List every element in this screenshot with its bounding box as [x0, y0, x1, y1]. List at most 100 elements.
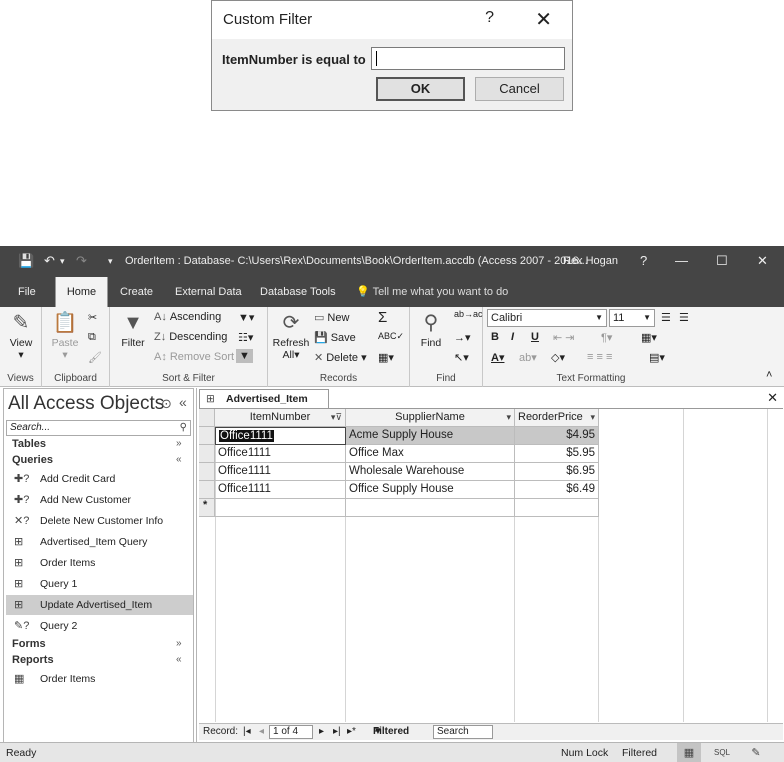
record-selector[interactable] — [199, 481, 215, 499]
format-painter-icon[interactable]: 🖌 — [88, 351, 102, 364]
toggle-filter-icon[interactable]: ▼ — [236, 349, 253, 363]
table-cell[interactable]: $6.95 — [515, 463, 599, 481]
filter-value-input[interactable] — [371, 47, 565, 70]
table-cell[interactable]: Office Supply House — [346, 481, 515, 499]
paste-button[interactable]: 📋 Paste ▾ — [48, 309, 82, 361]
customize-toolbar-icon[interactable]: ▾ — [108, 256, 113, 267]
tab-home[interactable]: Home — [55, 277, 108, 307]
remove-sort-button[interactable]: A↕ Remove Sort — [154, 351, 234, 363]
tab-create[interactable]: Create — [110, 277, 163, 307]
tell-me-box[interactable]: 💡 Tell me what you want to do — [356, 277, 508, 307]
category-tables[interactable]: Tables » — [12, 438, 182, 450]
category-forms[interactable]: Forms » — [12, 638, 182, 650]
new-record-nav-icon[interactable]: ▸* — [347, 724, 356, 740]
italic-button[interactable]: I — [511, 331, 514, 343]
nav-item-query[interactable]: ⊞ Query 1 — [6, 574, 193, 594]
collapse-ribbon-icon[interactable]: ˄ — [766, 369, 772, 381]
nav-item-query[interactable]: ⊞ Advertised_Item Query — [6, 532, 193, 552]
tab-file[interactable]: File — [8, 277, 46, 307]
table-cell[interactable]: Office Max — [346, 445, 515, 463]
help-icon[interactable]: ? — [485, 9, 494, 27]
table-cell[interactable] — [515, 499, 599, 517]
cut-icon[interactable]: ✂ — [88, 311, 97, 324]
find-button[interactable]: ⚲ Find — [414, 309, 448, 349]
first-record-icon[interactable]: |◂ — [243, 724, 251, 740]
table-cell[interactable]: Acme Supply House — [346, 427, 515, 445]
ok-button[interactable]: OK — [376, 77, 465, 101]
table-cell[interactable]: $4.95 — [515, 427, 599, 445]
current-record-input[interactable]: 1 of 4 — [269, 725, 313, 739]
chevron-down-icon[interactable]: ▾ — [590, 409, 595, 426]
minimize-icon[interactable]: — — [675, 253, 688, 268]
refresh-all-button[interactable]: ⟳ Refresh All▾ — [272, 309, 310, 361]
nav-item-query[interactable]: ✎? Query 2 — [6, 616, 193, 636]
window-close-icon[interactable]: ✕ — [757, 253, 768, 269]
record-selector[interactable] — [199, 463, 215, 481]
restore-icon[interactable]: ☐ — [716, 253, 728, 269]
column-header-suppliername[interactable]: SupplierName ▾ — [346, 409, 515, 427]
table-cell[interactable]: $5.95 — [515, 445, 599, 463]
record-selector[interactable] — [199, 427, 215, 445]
filter-applied-icon[interactable]: ▾⊽ — [331, 409, 342, 426]
next-record-icon[interactable]: ▸ — [319, 724, 324, 740]
select-all-corner[interactable] — [199, 409, 215, 427]
column-header-itemnumber[interactable]: ItemNumber ▾⊽ — [215, 409, 346, 427]
design-view-icon[interactable]: ✎ — [744, 743, 768, 762]
ascending-button[interactable]: A↓ Ascending — [154, 311, 221, 323]
table-cell[interactable]: Office1111 — [215, 463, 346, 481]
table-cell[interactable]: $6.49 — [515, 481, 599, 499]
numbering-icon[interactable]: ☰ — [679, 311, 689, 324]
font-name-select[interactable]: Calibri ▼ — [487, 309, 607, 327]
chevron-down-icon[interactable]: ▾ — [506, 409, 511, 426]
help-icon[interactable]: ? — [640, 253, 647, 268]
nav-search-input[interactable]: Search... ⚲ — [6, 420, 191, 436]
tab-external-data[interactable]: External Data — [165, 277, 252, 307]
table-cell[interactable]: Wholesale Warehouse — [346, 463, 515, 481]
font-size-select[interactable]: 11 ▼ — [609, 309, 655, 327]
align-icons[interactable]: ≡ ≡ ≡ — [587, 351, 612, 363]
nav-item-query[interactable]: ✕? Delete New Customer Info — [6, 511, 193, 531]
undo-icon[interactable]: ↶ — [44, 253, 55, 269]
nav-item-report[interactable]: ▦ Order Items — [6, 669, 193, 689]
nav-menu-icon[interactable]: ⊙ — [161, 396, 172, 412]
cancel-button[interactable]: Cancel — [475, 77, 564, 101]
record-selector[interactable] — [199, 445, 215, 463]
table-cell[interactable] — [346, 499, 515, 517]
more-records-icon[interactable]: ▦▾ — [378, 351, 394, 364]
table-cell[interactable] — [215, 499, 346, 517]
bullets-icon[interactable]: ☰ — [661, 311, 671, 324]
close-icon[interactable]: ✕ — [535, 7, 552, 32]
nav-item-query-selected[interactable]: ⊞ Update Advertised_Item — [6, 595, 193, 615]
gridlines-icon[interactable]: ▦▾ — [641, 331, 657, 344]
category-reports[interactable]: Reports « — [12, 654, 182, 666]
advanced-filter-icon[interactable]: ☷▾ — [238, 331, 253, 344]
replace-icon[interactable]: ab→ac — [454, 309, 483, 319]
bold-button[interactable]: B — [491, 331, 499, 343]
column-header-reorderprice[interactable]: ReorderPrice ▾ — [515, 409, 599, 427]
category-queries[interactable]: Queries « — [12, 454, 182, 466]
user-name[interactable]: Rex Hogan — [563, 255, 618, 267]
highlight-icon[interactable]: ab▾ — [519, 351, 537, 364]
last-record-icon[interactable]: ▸| — [333, 724, 341, 740]
nav-pane-header[interactable]: All Access Objects ⊙ « — [4, 389, 193, 421]
underline-button[interactable]: U — [531, 331, 539, 343]
select-icon[interactable]: ↖▾ — [454, 351, 469, 364]
tab-advertised-item-query[interactable]: ⊞ Advertised_Item Query — [199, 389, 329, 423]
shutter-bar-icon[interactable]: « — [179, 394, 187, 410]
font-color-icon[interactable]: A▾ — [491, 351, 504, 364]
totals-icon[interactable]: Σ — [378, 309, 387, 326]
fill-color-icon[interactable]: ◇▾ — [551, 351, 565, 364]
spelling-icon[interactable]: ABC✓ — [378, 331, 404, 342]
nav-item-query[interactable]: ⊞ Order Items — [6, 553, 193, 573]
nav-item-query[interactable]: ✚? Add New Customer — [6, 490, 193, 510]
alternate-row-color-icon[interactable]: ▤▾ — [649, 351, 665, 364]
indent-icons[interactable]: ⇤ ⇥ — [553, 331, 575, 344]
selection-filter-icon[interactable]: ▼▾ — [238, 311, 254, 324]
nav-item-query[interactable]: ✚? Add Credit Card — [6, 469, 193, 489]
table-cell[interactable]: Office1111 — [215, 445, 346, 463]
paragraph-direction-icon[interactable]: ¶▾ — [601, 331, 612, 344]
new-record-selector[interactable]: * — [199, 499, 215, 517]
undo-dropdown-icon[interactable]: ▾ — [60, 256, 65, 267]
save-icon[interactable]: 💾 — [18, 253, 34, 269]
save-record-button[interactable]: 💾 Save — [314, 331, 356, 344]
